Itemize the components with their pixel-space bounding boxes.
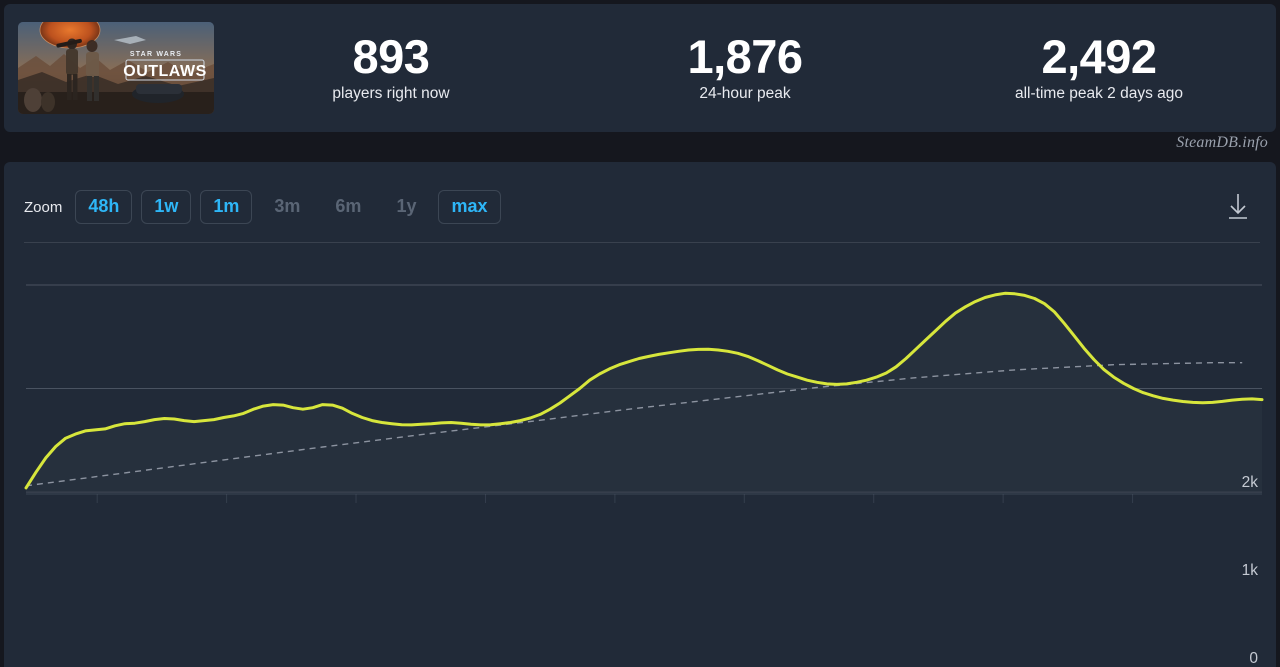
stat-players-now: 893 players right now xyxy=(214,29,568,104)
zoom-button-1y[interactable]: 1y xyxy=(383,190,429,224)
game-capsule-image[interactable]: STAR WARS OUTLAWS xyxy=(18,22,214,114)
svg-text:STAR WARS: STAR WARS xyxy=(130,51,182,58)
zoom-button-6m[interactable]: 6m xyxy=(322,190,374,224)
stat-24h-peak: 1,876 24-hour peak xyxy=(568,29,922,104)
player-count-chart-panel: Zoom 48h 1w 1m 3m 6m 1y max 2k 1k 0 xyxy=(4,162,1276,667)
stat-label: 24-hour peak xyxy=(699,85,791,103)
download-icon[interactable] xyxy=(1224,192,1252,222)
series-area-fill xyxy=(26,293,1262,492)
zoom-button-1m[interactable]: 1m xyxy=(200,190,253,224)
zoom-button-3m[interactable]: 3m xyxy=(261,190,313,224)
zoom-label: Zoom xyxy=(24,198,63,216)
chart-svg xyxy=(24,284,1264,503)
stat-value: 893 xyxy=(352,29,430,83)
stat-label: all-time peak 2 days ago xyxy=(1014,85,1183,103)
stat-label: players right now xyxy=(332,85,450,103)
steamdb-watermark: SteamDB.info xyxy=(1176,134,1268,151)
chart-plot-area[interactable] xyxy=(4,244,1276,574)
stat-value: 2,492 xyxy=(1041,29,1157,83)
y-axis-label-1k: 1k xyxy=(1241,562,1258,579)
y-axis-label-2k: 2k xyxy=(1241,474,1258,491)
steamdb-chart-page: STAR WARS OUTLAWS 893 players right now … xyxy=(0,0,1280,667)
y-axis-label-0: 0 xyxy=(1249,650,1258,667)
zoom-range-selector: Zoom 48h 1w 1m 3m 6m 1y max xyxy=(24,186,501,228)
zoom-button-48h[interactable]: 48h xyxy=(75,190,133,224)
stat-value: 1,876 xyxy=(687,29,803,83)
toolbar-divider xyxy=(24,242,1260,243)
x-axis-ticks xyxy=(26,493,1262,503)
zoom-button-1w[interactable]: 1w xyxy=(141,190,192,224)
svg-text:OUTLAWS: OUTLAWS xyxy=(123,63,207,80)
zoom-button-max[interactable]: max xyxy=(438,190,501,224)
capsule-artwork: STAR WARS OUTLAWS xyxy=(18,22,214,114)
game-stats-panel: STAR WARS OUTLAWS 893 players right now … xyxy=(4,4,1276,132)
stat-all-time-peak: 2,492 all-time peak 2 days ago xyxy=(922,29,1276,104)
